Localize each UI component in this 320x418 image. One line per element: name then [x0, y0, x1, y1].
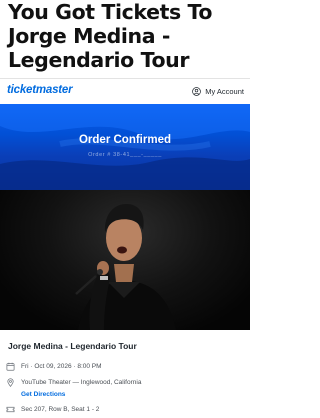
event-date-row: Fri · Oct 09, 2026 · 8:00 PM [6, 362, 102, 371]
calendar-icon [6, 362, 15, 371]
event-venue-row: YouTube Theater — Inglewood, California [6, 378, 141, 387]
event-venue: YouTube Theater — Inglewood, California [21, 379, 142, 386]
seat-info: Sec 207, Row B, Seat 1 - 2 [21, 406, 100, 413]
get-directions-link[interactable]: Get Directions [21, 391, 65, 398]
ticket-icon [6, 406, 15, 413]
order-number: Order # 38-41___-_____ [88, 152, 162, 158]
seat-info-row: Sec 207, Row B, Seat 1 - 2 [6, 405, 99, 414]
event-date: Fri · Oct 09, 2026 · 8:00 PM [21, 363, 102, 370]
my-account-label: My Account [205, 87, 244, 96]
location-pin-icon [7, 378, 14, 387]
ticketmaster-header: ticketmaster My Account [0, 78, 250, 104]
artist-photo [0, 190, 250, 330]
page-headline: You Got Tickets To Jorge Medina - Legend… [8, 0, 213, 72]
event-title: Jorge Medina - Legendario Tour [8, 341, 137, 351]
my-account-link[interactable]: My Account [192, 87, 244, 96]
user-icon [192, 87, 202, 96]
order-confirmed-banner: Order Confirmed Order # 38-41___-_____ [0, 104, 250, 190]
ticketmaster-logo[interactable]: ticketmaster [7, 84, 73, 96]
order-confirmed-title: Order Confirmed [78, 134, 171, 146]
banner-wave-graphic [0, 104, 250, 190]
